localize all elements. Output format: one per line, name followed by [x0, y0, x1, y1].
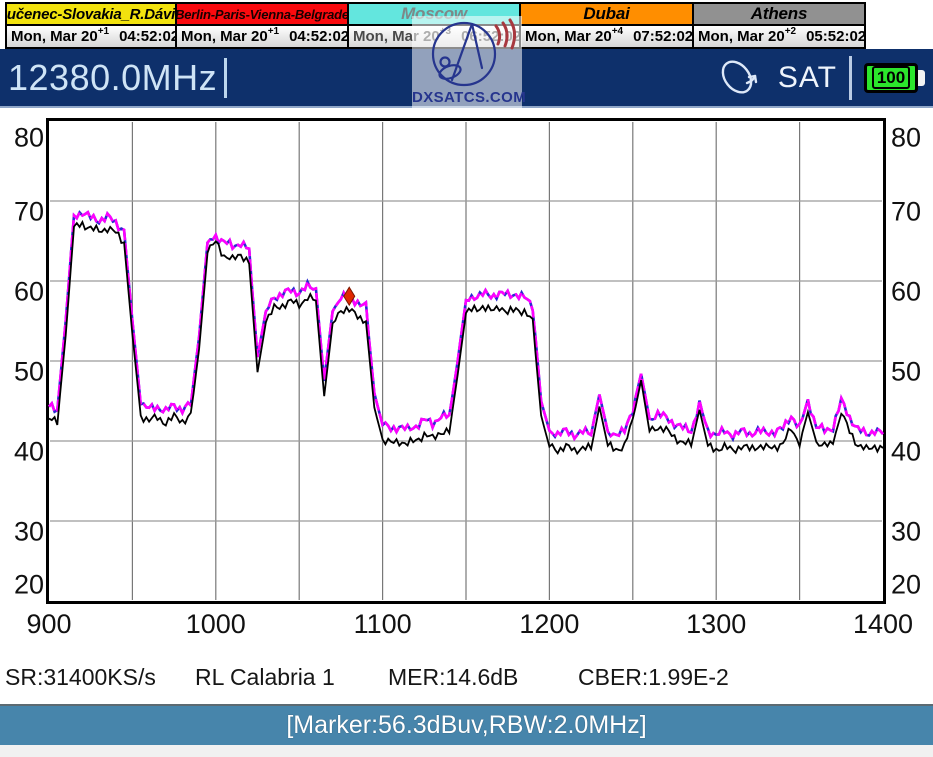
clock-utc-offset: +1 [98, 26, 109, 37]
y-axis-label-left: 50 [14, 357, 44, 387]
y-axis-label-left: 60 [14, 277, 44, 307]
clock-time: 05:52:02 [806, 28, 866, 45]
clock-lucenec: Lučenec-Slovakia_R.Dávid Mon, Mar 20 +1 … [5, 2, 177, 49]
clock-time: 04:52:02 [289, 28, 349, 45]
y-axis-label-right: 20 [891, 570, 921, 600]
battery-terminal [918, 70, 925, 86]
header-divider [849, 56, 852, 100]
clock-date: Mon, Mar 20 [11, 28, 98, 45]
frequency-input[interactable]: 12380.0MHz [8, 57, 217, 99]
clock-time-row: Mon, Mar 20 +2 05:52:02 [692, 26, 866, 49]
clock-time: 04:52:02 [119, 28, 179, 45]
clock-time-row: Mon, Mar 20 +1 04:52:02 [5, 26, 177, 49]
x-axis-label: 1400 [853, 609, 913, 639]
x-axis-label: 1200 [519, 609, 579, 639]
y-axis-label-left: 80 [14, 123, 44, 153]
sat-mode-label: SAT [778, 61, 837, 95]
logo-dish-drawing [412, 16, 522, 90]
clock-athens: Athens Mon, Mar 20 +2 05:52:02 [692, 2, 866, 49]
x-axis-label: 1300 [686, 609, 746, 639]
bottom-strip [0, 745, 933, 757]
analyzer-screen: Lučenec-Slovakia_R.Dávid Mon, Mar 20 +1 … [0, 0, 933, 757]
clock-dubai: Dubai Mon, Mar 20 +4 07:52:02 [519, 2, 694, 49]
y-axis-label-right: 70 [891, 197, 921, 227]
symbol-rate-value: SR:31400KS/s [5, 664, 156, 691]
y-axis-label-right: 40 [891, 437, 921, 467]
y-axis-label-right: 30 [891, 517, 921, 547]
clock-berlin: Berlin-Paris-Vienna-Belgrade Mon, Mar 20… [175, 2, 349, 49]
marker-readout-bar: [Marker:56.3dBuv,RBW:2.0MHz] [0, 704, 933, 745]
clock-utc-offset: +2 [785, 26, 796, 37]
clock-time-row: Mon, Mar 20 +1 04:52:02 [175, 26, 349, 49]
clock-utc-offset: +4 [612, 26, 623, 37]
clock-time: 07:52:02 [633, 28, 693, 45]
clock-city-label: Berlin-Paris-Vienna-Belgrade [175, 2, 349, 26]
service-name: RL Calabria 1 [195, 664, 335, 691]
clock-time-row: Mon, Mar 20 +4 07:52:02 [519, 26, 694, 49]
dxsatcs-logo-watermark: DXSATCS.COM [412, 16, 522, 108]
battery-level: 100 [872, 66, 910, 89]
status-line: SR:31400KS/s RL Calabria 1 MER:14.6dB CB… [0, 664, 933, 694]
clock-date: Mon, Mar 20 [525, 28, 612, 45]
x-axis-label: 900 [26, 609, 71, 639]
header-right-group: SAT 100 [714, 49, 925, 106]
y-axis-label-left: 30 [14, 517, 44, 547]
satellite-dish-icon [714, 52, 766, 103]
y-axis-label-right: 60 [891, 277, 921, 307]
clock-city-label: Dubai [519, 2, 694, 26]
clock-date: Mon, Mar 20 [181, 28, 268, 45]
clock-utc-offset: +1 [268, 26, 279, 37]
spectrum-chart[interactable]: 80 80 70 70 60 60 50 50 40 40 30 30 20 20 900 1000 1100 1… [0, 115, 933, 664]
clock-city-label: Lučenec-Slovakia_R.Dávid [5, 2, 177, 26]
y-axis-label-left: 40 [14, 437, 44, 467]
clock-date: Mon, Mar 20 [698, 28, 785, 45]
y-axis-label-left: 70 [14, 197, 44, 227]
marker-readout-text: [Marker:56.3dBuv,RBW:2.0MHz] [286, 711, 646, 740]
x-axis-label: 1000 [186, 609, 246, 639]
text-cursor [224, 58, 227, 98]
y-axis-label-left: 20 [14, 570, 44, 600]
x-axis-label: 1100 [354, 609, 412, 639]
clock-city-label: Athens [692, 2, 866, 26]
y-axis-label-right: 50 [891, 357, 921, 387]
cber-value: CBER:1.99E-2 [578, 664, 729, 691]
mer-value: MER:14.6dB [388, 664, 518, 691]
battery-icon: 100 [864, 63, 925, 93]
y-axis-label-right: 80 [891, 123, 921, 153]
logo-text: DXSATCS.COM [412, 89, 522, 106]
